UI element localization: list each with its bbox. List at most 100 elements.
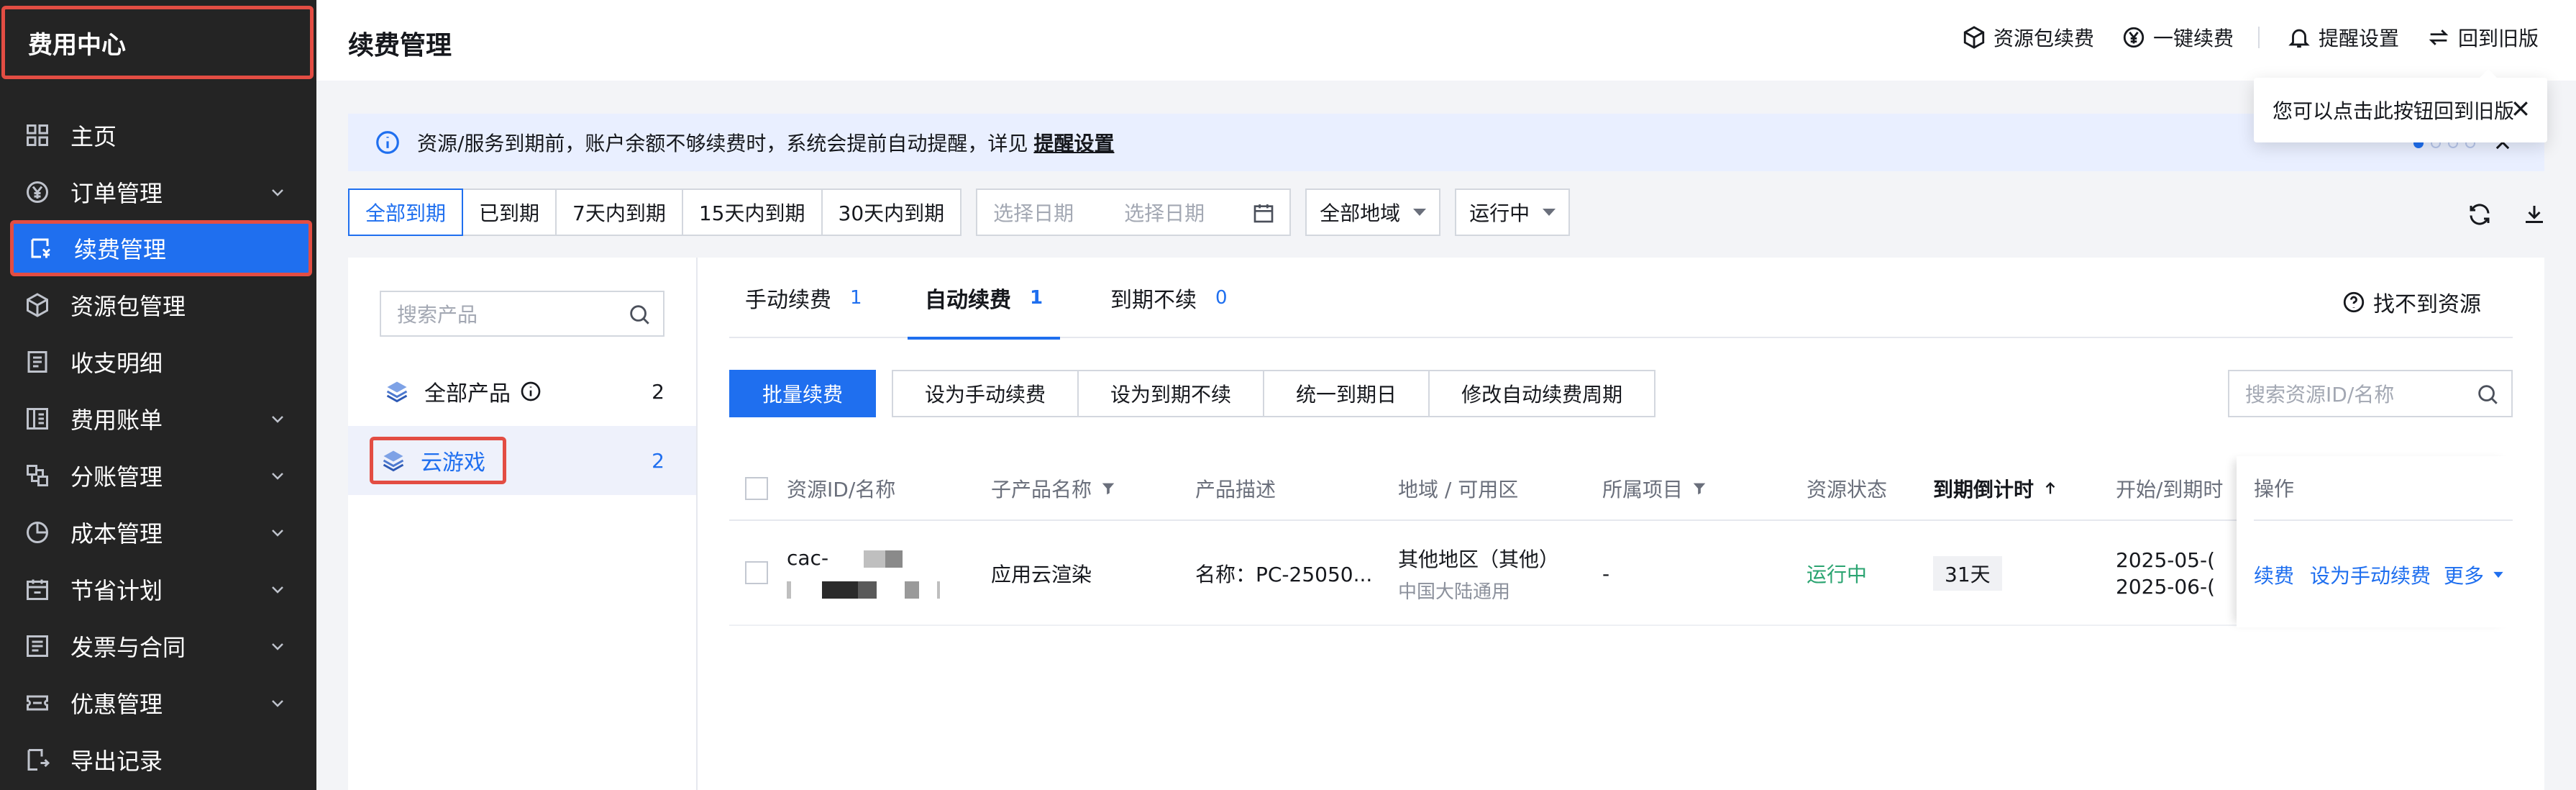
- sidebar-item-orders[interactable]: 订单管理: [0, 163, 316, 220]
- sidebar-item-renewal[interactable]: 续费管理: [10, 220, 312, 276]
- product-item-count: 2: [652, 448, 664, 473]
- search-icon[interactable]: [2475, 382, 2500, 407]
- product-item-cloud-gaming[interactable]: 云游戏 2: [348, 426, 696, 495]
- notice-reminder-link[interactable]: 提醒设置: [1033, 128, 1114, 157]
- set-no-renewal-button[interactable]: 设为到期不续: [1077, 370, 1265, 417]
- close-icon[interactable]: [2510, 98, 2531, 119]
- redaction-mark: [936, 581, 940, 599]
- segment-30-days[interactable]: 30天内到期: [823, 190, 961, 235]
- product-search-input[interactable]: 搜索产品: [380, 291, 664, 337]
- sidebar-item-discounts[interactable]: 优惠管理: [0, 674, 316, 731]
- content-card: 搜索产品 全部产品 2 云游戏 2 手动续费 1 自动续费 1 到期不续 0 找…: [348, 258, 2544, 790]
- search-icon[interactable]: [627, 302, 652, 327]
- reminder-settings-link[interactable]: 提醒设置: [2287, 23, 2399, 52]
- grid-icon: [24, 122, 50, 148]
- sidebar-item-home[interactable]: 主页: [0, 106, 316, 163]
- end-date: 2025-06-(: [2116, 575, 2216, 599]
- more-label: 更多: [2444, 564, 2485, 588]
- sidebar-item-transactions[interactable]: 收支明细: [0, 333, 316, 390]
- segment-15-days[interactable]: 15天内到期: [683, 190, 823, 235]
- sort-up-icon[interactable]: [2042, 481, 2058, 496]
- sidebar-item-split[interactable]: 分账管理: [0, 447, 316, 504]
- sidebar-item-bills[interactable]: 费用账单: [0, 390, 316, 447]
- yen-circle-icon: [24, 179, 50, 205]
- renewal-tabs: 手动续费 1 自动续费 1 到期不续 0 找不到资源: [729, 258, 2513, 340]
- more-actions-dropdown[interactable]: 更多: [2444, 560, 2506, 589]
- info-icon[interactable]: [519, 380, 542, 403]
- layers-icon: [386, 381, 408, 403]
- col-operations: 操作: [2254, 456, 2513, 521]
- product-item-count: 2: [652, 379, 664, 404]
- tab-auto-renewal[interactable]: 自动续费 1: [907, 258, 1061, 340]
- split-icon: [24, 463, 50, 489]
- sidebar-item-resource-packs[interactable]: 资源包管理: [0, 276, 316, 333]
- cell-resource-id: cac-: [787, 521, 940, 626]
- status-select[interactable]: 运行中: [1455, 189, 1571, 236]
- segment-7-days[interactable]: 7天内到期: [557, 190, 683, 235]
- cell-region: 其他地区（其他） 中国大陆通用: [1398, 521, 1559, 626]
- set-manual-renew-link[interactable]: 设为手动续费: [2310, 560, 2431, 589]
- tab-manual-renewal[interactable]: 手动续费 1: [745, 258, 862, 338]
- sidebar-item-label: 订单管理: [70, 179, 163, 207]
- resource-pack-renew-link[interactable]: 资源包续费: [1962, 23, 2094, 52]
- sidebar-item-label: 收支明细: [70, 349, 163, 377]
- sidebar-item-cost[interactable]: 成本管理: [0, 504, 316, 560]
- date-range-picker[interactable]: 选择日期 选择日期: [976, 189, 1292, 236]
- col-project[interactable]: 所属项目: [1602, 456, 1707, 521]
- sidebar-item-exports[interactable]: 导出记录: [0, 731, 316, 788]
- col-status: 资源状态: [1807, 478, 1888, 501]
- segment-all[interactable]: 全部到期: [348, 189, 464, 236]
- sidebar-item-label: 分账管理: [70, 463, 163, 491]
- unify-expiry-button[interactable]: 统一到期日: [1263, 370, 1430, 417]
- date-end: 选择日期: [1124, 201, 1205, 225]
- cell-status: 运行中: [1807, 563, 1868, 586]
- back-to-old-version-label: 回到旧版: [2457, 27, 2539, 50]
- chevron-down-icon: [272, 700, 283, 707]
- switch-icon: [2429, 29, 2449, 45]
- region-select[interactable]: 全部地域: [1305, 189, 1441, 236]
- chevron-down-icon: [272, 643, 283, 650]
- app-title: 费用中心: [1, 6, 314, 79]
- renew-link[interactable]: 续费: [2254, 560, 2294, 589]
- filter-icon[interactable]: [1100, 481, 1116, 496]
- redaction-mark: [787, 581, 791, 599]
- batch-renew-button[interactable]: 批量续费: [729, 370, 877, 417]
- product-item-all[interactable]: 全部产品 2: [348, 357, 696, 426]
- start-date: 2025-05-(: [2116, 548, 2216, 572]
- export-icon: [24, 747, 50, 773]
- sidebar-item-invoices[interactable]: 发票与合同: [0, 617, 316, 674]
- col-sub-product[interactable]: 子产品名称: [991, 456, 1116, 521]
- calendar-icon: [24, 576, 50, 602]
- filter-icon[interactable]: [1691, 481, 1707, 496]
- sidebar-item-label: 费用账单: [70, 406, 163, 434]
- sidebar-item-label: 续费管理: [74, 236, 167, 263]
- row-checkbox[interactable]: [745, 561, 768, 584]
- header-actions: 资源包续费 一键续费 提醒设置 回到旧版: [1935, 23, 2539, 52]
- help-label: 找不到资源: [2373, 292, 2481, 317]
- refresh-icon[interactable]: [2467, 201, 2493, 227]
- region-name: 其他地区（其他）: [1398, 547, 1560, 571]
- resource-search-input[interactable]: 搜索资源ID/名称: [2228, 370, 2513, 417]
- download-icon[interactable]: [2521, 201, 2547, 227]
- back-to-old-version-link[interactable]: 回到旧版: [2426, 23, 2539, 52]
- tab-count: 0: [1215, 287, 1228, 309]
- invoice-icon: [24, 633, 50, 659]
- sidebar-item-label: 导出记录: [70, 747, 163, 775]
- select-all-checkbox[interactable]: [745, 477, 768, 500]
- tab-no-renewal[interactable]: 到期不续 0: [1110, 258, 1228, 338]
- sidebar-item-savings[interactable]: 节省计划: [0, 560, 316, 617]
- modify-auto-renew-period-button[interactable]: 修改自动续费周期: [1428, 370, 1656, 417]
- resource-not-found-link[interactable]: 找不到资源: [2342, 286, 2481, 318]
- pie-icon: [24, 519, 50, 545]
- set-manual-renewal-button[interactable]: 设为手动续费: [892, 370, 1079, 417]
- col-countdown[interactable]: 到期倒计时: [1933, 456, 2058, 521]
- one-click-renew-link[interactable]: 一键续费: [2121, 23, 2234, 52]
- calendar-icon: [1253, 204, 1274, 223]
- col-resource-id: 资源ID/名称: [787, 478, 896, 501]
- resource-search-placeholder: 搜索资源ID/名称: [2245, 383, 2395, 407]
- product-panel: 搜索产品 全部产品 2 云游戏 2: [348, 258, 698, 790]
- old-version-tooltip: 您可以点击此按钮回到旧版: [2254, 69, 2547, 142]
- segment-expired[interactable]: 已到期: [463, 190, 557, 235]
- tooltip-text: 您可以点击此按钮回到旧版: [2273, 99, 2515, 123]
- sidebar: 费用中心 主页 订单管理 续费管理 资源包管理 收支明细 费用账单 分账管理 成…: [0, 0, 316, 790]
